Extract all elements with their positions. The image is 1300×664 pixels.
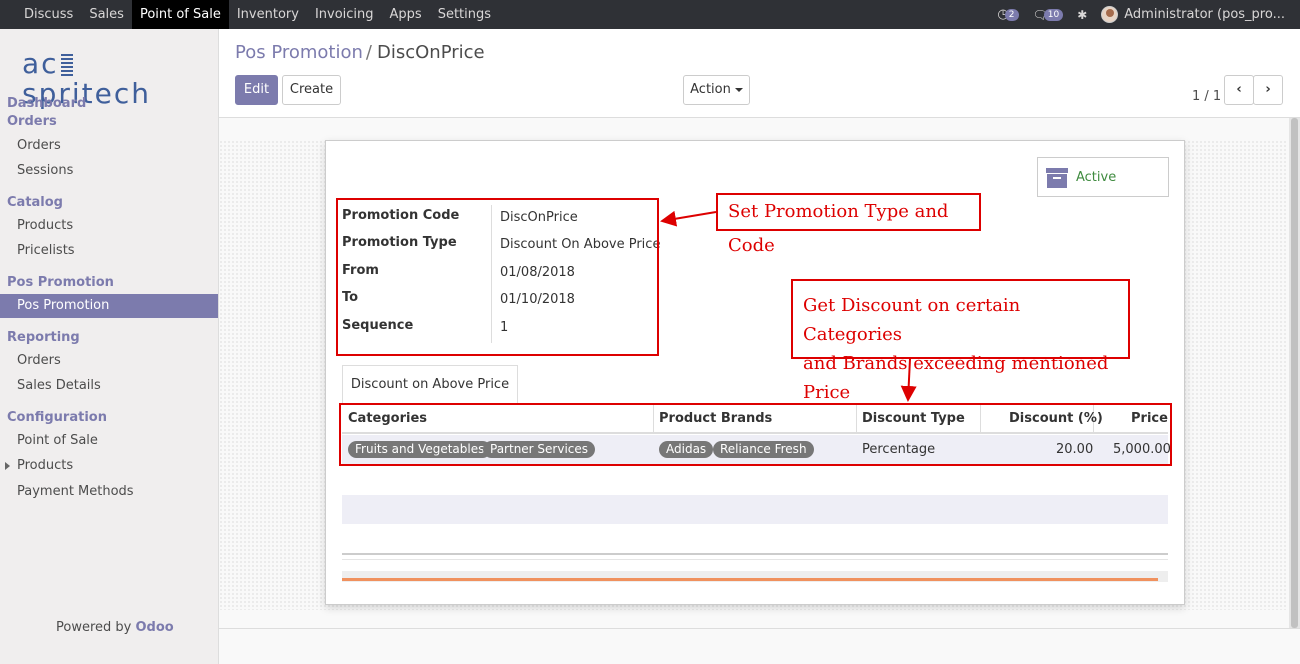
sidebar-item-pricelists[interactable]: Pricelists <box>0 239 218 263</box>
menu-sales[interactable]: Sales <box>81 0 132 29</box>
sidebar-section-pos-promotion[interactable]: Pos Promotion <box>7 275 114 290</box>
action-dropdown[interactable]: Action <box>683 75 750 105</box>
menu-settings[interactable]: Settings <box>430 0 499 29</box>
sidebar-item-config-products[interactable]: Products <box>0 454 218 478</box>
sidebar-item-payment-methods[interactable]: Payment Methods <box>0 480 218 504</box>
chevron-right-icon: › <box>1265 82 1271 97</box>
systray: ◷ 2 🗨 10 ✱ Administrator (pos_pro... <box>997 0 1300 29</box>
app-menu: Discuss Sales Point of Sale Inventory In… <box>0 0 499 29</box>
menu-apps[interactable]: Apps <box>382 0 430 29</box>
tab-discount-on-above-price[interactable]: Discount on Above Price <box>342 365 518 404</box>
messages-button[interactable]: 🗨 10 <box>1033 8 1064 22</box>
breadcrumb-parent[interactable]: Pos Promotion <box>235 42 363 63</box>
sidebar-item-point-of-sale[interactable]: Point of Sale <box>0 429 218 453</box>
user-menu[interactable]: Administrator (pos_pro... <box>1124 7 1285 22</box>
highlight-fields-box <box>336 198 659 356</box>
pager-previous-button[interactable]: ‹ <box>1224 75 1254 105</box>
company-logo: acspritech <box>22 47 151 110</box>
sidebar-item-report-orders[interactable]: Orders <box>0 349 218 373</box>
status-label: Active <box>1076 170 1117 185</box>
sidebar-item-orders[interactable]: Orders <box>0 134 218 158</box>
pager-next-button[interactable]: › <box>1253 75 1283 105</box>
annotation-callout-2: Get Discount on certain Categories and B… <box>791 279 1130 403</box>
top-navbar: Discuss Sales Point of Sale Inventory In… <box>0 0 1300 29</box>
breadcrumb-current: DiscOnPrice <box>377 42 485 63</box>
sidebar-item-sessions[interactable]: Sessions <box>0 159 218 183</box>
messages-badge: 10 <box>1043 8 1064 21</box>
sidebar-section-reporting[interactable]: Reporting <box>7 330 80 345</box>
annotation-callout-1: Set Promotion Type and Code <box>716 193 981 256</box>
highlight-table-box <box>339 403 1172 466</box>
active-toggle-button[interactable]: Active <box>1037 157 1169 197</box>
sidebar-item-products[interactable]: Products <box>0 214 218 238</box>
sidebar-section-dashboard[interactable]: Dashboard <box>7 96 86 111</box>
powered-by: Powered by Odoo <box>56 620 174 635</box>
avatar[interactable] <box>1101 6 1119 23</box>
breadcrumb: Pos Promotion / DiscOnPrice <box>235 42 485 63</box>
chatter-separator <box>342 578 1158 581</box>
create-button[interactable]: Create <box>282 75 341 105</box>
breadcrumb-separator: / <box>365 42 372 63</box>
activity-button[interactable]: ◷ 2 <box>997 7 1019 22</box>
menu-invoicing[interactable]: Invoicing <box>307 0 382 29</box>
caret-right-icon <box>5 462 10 470</box>
bug-icon[interactable]: ✱ <box>1077 8 1087 22</box>
menu-point-of-sale[interactable]: Point of Sale <box>131 0 229 29</box>
menu-inventory[interactable]: Inventory <box>229 0 307 29</box>
sidebar-section-orders[interactable]: Orders <box>7 114 57 129</box>
caret-down-icon <box>734 87 743 92</box>
archive-icon <box>1046 168 1068 188</box>
scrollbar[interactable] <box>1289 118 1300 628</box>
sidebar-item-pos-promotion[interactable]: Pos Promotion <box>0 294 218 318</box>
chevron-left-icon: ‹ <box>1236 82 1242 97</box>
control-panel: Pos Promotion / DiscOnPrice Edit Create Ac… <box>219 29 1300 118</box>
sidebar-item-sales-details[interactable]: Sales Details <box>0 374 218 398</box>
sidebar-section-configuration[interactable]: Configuration <box>7 410 107 425</box>
activity-badge: 2 <box>1004 8 1019 21</box>
sidebar-section-catalog[interactable]: Catalog <box>7 195 63 210</box>
odoo-link[interactable]: Odoo <box>136 620 174 635</box>
edit-button[interactable]: Edit <box>235 75 278 105</box>
pager-value[interactable]: 1 / 1 <box>1192 89 1221 104</box>
menu-discuss[interactable]: Discuss <box>0 0 81 29</box>
